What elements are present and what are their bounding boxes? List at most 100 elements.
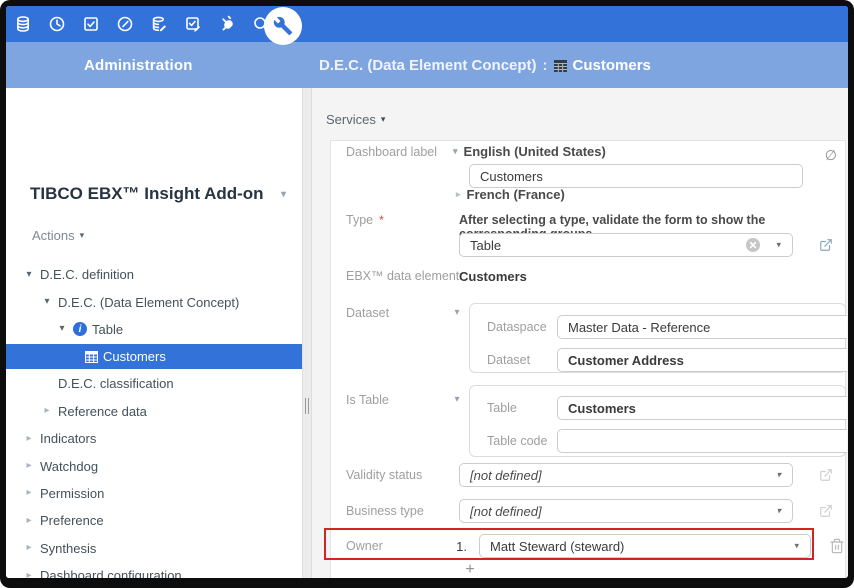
tree-item-label: Watchdog — [40, 459, 98, 474]
type-select[interactable]: Table — [459, 233, 793, 257]
tree-item-label: Preference — [40, 513, 104, 528]
field-label-dataset-inner: Dataset — [487, 353, 530, 367]
tree-item-customers-selected[interactable]: Customers — [6, 344, 302, 369]
field-label-business-type: Business type — [346, 504, 424, 518]
database-icon[interactable] — [14, 15, 32, 33]
sidebar-title[interactable]: TIBCO EBX™ Insight Add-on ▾ — [30, 184, 286, 204]
collapse-arrow-icon[interactable] — [23, 461, 35, 471]
gauge-icon[interactable] — [116, 15, 134, 33]
info-icon: i — [73, 322, 87, 336]
field-label-is-table: Is Table — [346, 393, 389, 407]
dataset-group-box: Dataspace Master Data - Reference Datase… — [469, 303, 846, 373]
add-owner-button[interactable]: + — [461, 561, 479, 578]
checkbox-edit-icon[interactable] — [184, 15, 202, 33]
tree-item-label: Dashboard configuration — [40, 568, 182, 578]
field-label-dataset: Dataset — [346, 306, 389, 320]
field-label-type: Type* — [346, 213, 384, 227]
field-label-ebx-data-element: EBX™ data element — [346, 269, 459, 283]
expand-arrow-icon[interactable] — [23, 270, 35, 280]
dropdown-caret-icon[interactable] — [794, 541, 799, 552]
group-collapse-icon[interactable] — [451, 394, 463, 405]
ebx-data-element-value: Customers — [459, 269, 527, 284]
tree-item-dec-definition[interactable]: D.E.C. definition — [6, 261, 302, 288]
dataspace-input[interactable]: Master Data - Reference — [557, 315, 847, 339]
tree-item-dec-classification[interactable]: D.E.C. classification — [6, 370, 302, 397]
resizer-handle-icon[interactable] — [305, 398, 309, 414]
collapse-arrow-icon[interactable] — [41, 406, 53, 416]
tree-item-permission[interactable]: Permission — [6, 480, 302, 507]
collapse-arrow-icon[interactable] — [23, 543, 35, 553]
null-value-icon[interactable]: ∅ — [825, 147, 837, 164]
type-select-value: Table — [470, 238, 501, 253]
tree-item-label: Reference data — [58, 404, 147, 419]
tree-item-label: Permission — [40, 486, 104, 501]
page-title: Administration — [84, 42, 193, 88]
dashboard-label-input[interactable]: Customers — [469, 164, 803, 188]
table-code-input[interactable] — [557, 429, 847, 453]
lang-label: English (United States) — [464, 144, 606, 159]
main-panel: Services ▾ Dashboard label ▾ English (Un… — [312, 88, 848, 578]
field-label-dataspace: Dataspace — [487, 320, 547, 334]
tree-item-dashboard-configuration[interactable]: Dashboard configuration — [6, 562, 302, 578]
owner-select[interactable]: Matt Steward (steward) — [479, 534, 811, 558]
validity-status-select[interactable]: [not defined] — [459, 463, 793, 487]
wrench-icon-active[interactable] — [264, 7, 302, 45]
tree-item-synthesis[interactable]: Synthesis — [6, 535, 302, 562]
required-asterisk: * — [379, 213, 384, 227]
clock-icon[interactable] — [48, 15, 66, 33]
expand-arrow-icon[interactable] — [56, 324, 68, 334]
tree-item-label: D.E.C. definition — [40, 267, 134, 282]
table-input[interactable]: Customers — [557, 396, 847, 420]
field-label-table: Table — [487, 401, 517, 415]
table-icon — [554, 59, 567, 71]
chevron-down-icon: ▾ — [453, 146, 458, 157]
dataset-input[interactable]: Customer Address — [557, 348, 847, 372]
open-record-icon[interactable] — [819, 238, 833, 252]
dropdown-caret-icon[interactable] — [776, 506, 781, 517]
dropdown-caret-icon[interactable] — [776, 470, 781, 481]
owner-item-index: 1. — [431, 539, 467, 554]
tree-item-watchdog[interactable]: Watchdog — [6, 452, 302, 479]
group-collapse-icon[interactable] — [451, 307, 463, 318]
tree-item-indicators[interactable]: Indicators — [6, 425, 302, 452]
field-label-dashboard-label: Dashboard label — [346, 145, 437, 159]
services-menu[interactable]: Services ▾ — [326, 112, 385, 127]
lang-group-french[interactable]: ▸ French (France) — [456, 187, 565, 202]
dropdown-caret-icon[interactable] — [776, 240, 781, 251]
tree-item-preference[interactable]: Preference — [6, 507, 302, 534]
database-edit-icon[interactable] — [150, 15, 168, 33]
actions-menu[interactable]: Actions ▾ — [32, 228, 84, 243]
validity-status-value: [not defined] — [470, 468, 542, 483]
entity-title: Customers — [573, 57, 651, 74]
sidebar-title-label: TIBCO EBX™ Insight Add-on — [30, 184, 264, 204]
app-window: Administration D.E.C. (Data Element Conc… — [6, 6, 848, 578]
services-label: Services — [326, 112, 376, 127]
collapse-arrow-icon[interactable] — [23, 571, 35, 578]
tree-item-table[interactable]: i Table — [6, 316, 302, 343]
business-type-select[interactable]: [not defined] — [459, 499, 793, 523]
breadcrumb: D.E.C. (Data Element Concept) : Customer… — [319, 42, 651, 88]
tree-item-dec-concept[interactable]: D.E.C. (Data Element Concept) — [6, 288, 302, 315]
breadcrumb-section: D.E.C. (Data Element Concept) — [319, 57, 537, 74]
collapse-arrow-icon[interactable] — [23, 434, 35, 444]
top-toolbar — [6, 6, 848, 42]
header-band: Administration D.E.C. (Data Element Conc… — [6, 42, 848, 88]
checkbox-check-icon[interactable] — [82, 15, 100, 33]
expand-arrow-icon[interactable] — [41, 297, 53, 307]
record-form: Dashboard label ▾ English (United States… — [330, 140, 846, 578]
open-record-icon-disabled — [819, 468, 833, 482]
tree-item-reference-data[interactable]: Reference data — [6, 398, 302, 425]
table-icon — [85, 351, 98, 363]
chevron-down-icon: ▾ — [80, 230, 85, 241]
collapse-arrow-icon[interactable] — [23, 488, 35, 498]
clear-icon[interactable] — [746, 238, 760, 252]
plug-icon[interactable] — [218, 15, 236, 33]
chevron-down-icon: ▾ — [281, 189, 286, 200]
navigation-tree: D.E.C. definition D.E.C. (Data Element C… — [6, 261, 302, 578]
screenshot-frame: Administration D.E.C. (Data Element Conc… — [0, 0, 854, 588]
pane-resizer[interactable] — [302, 88, 312, 578]
delete-owner-icon[interactable] — [829, 538, 845, 554]
collapse-arrow-icon[interactable] — [23, 516, 35, 526]
lang-group-english[interactable]: ▾ English (United States) — [453, 144, 606, 159]
actions-label: Actions — [32, 228, 75, 243]
